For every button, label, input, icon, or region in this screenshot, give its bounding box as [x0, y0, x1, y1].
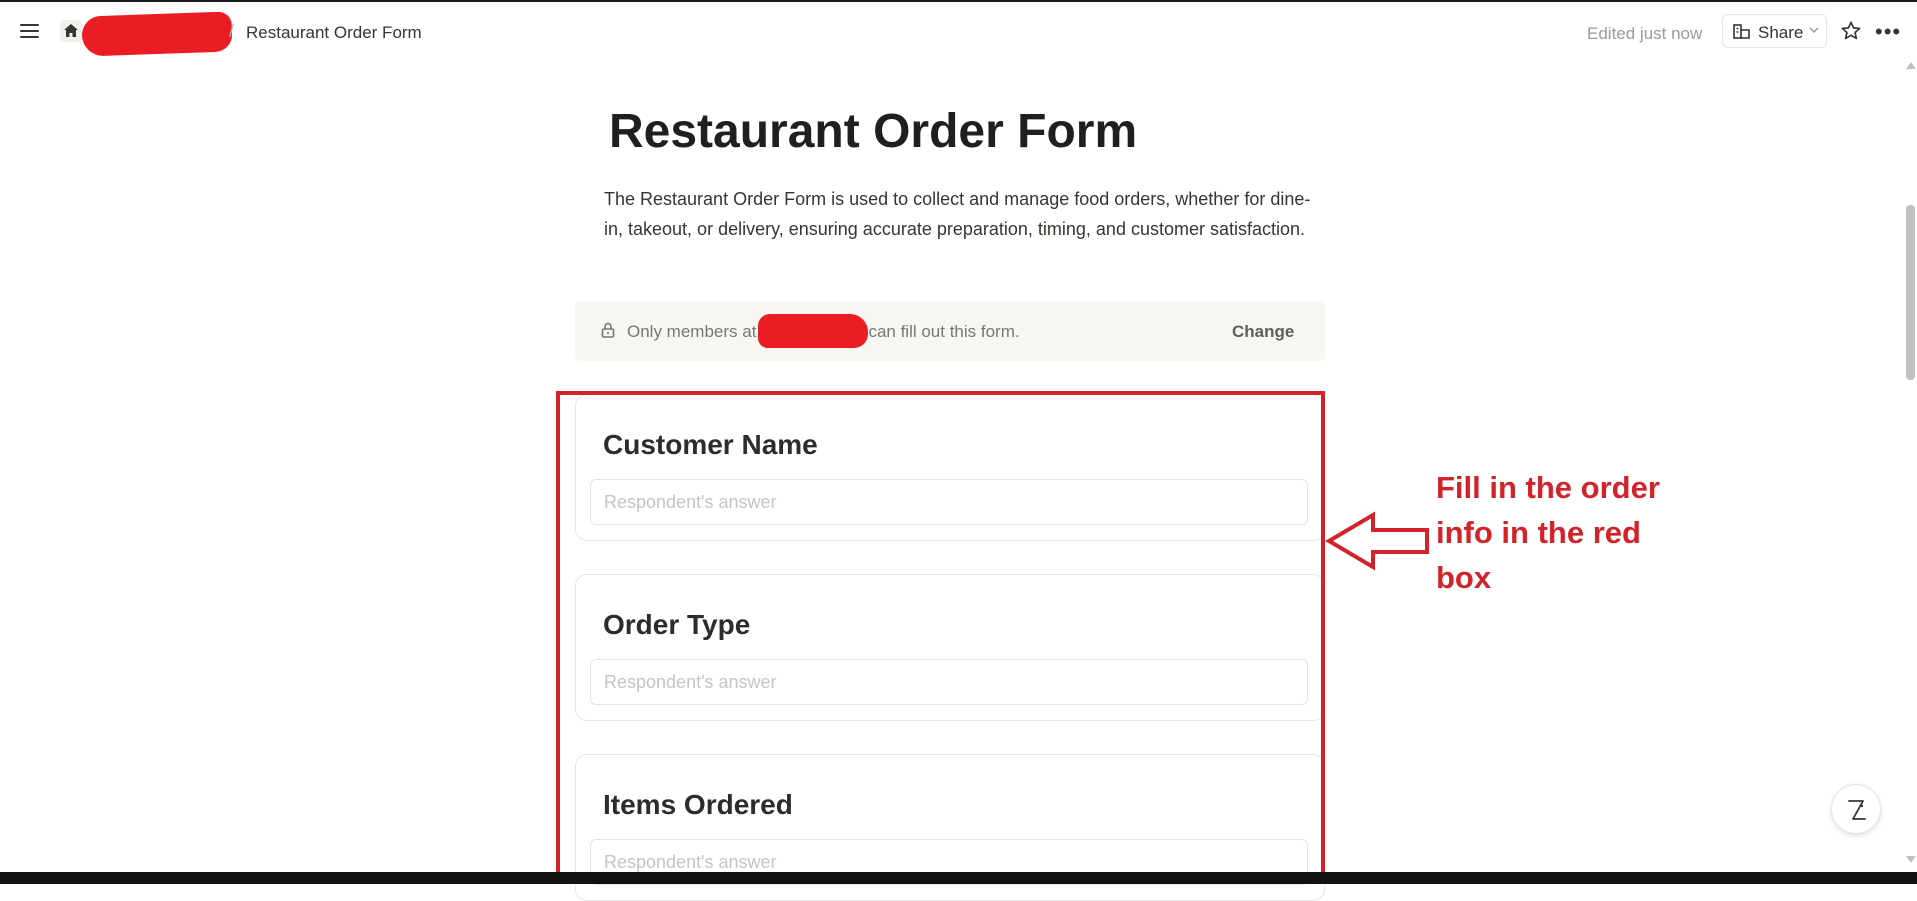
help-button[interactable]: [1831, 784, 1881, 834]
lock-icon: [601, 322, 615, 338]
star-icon[interactable]: [1840, 20, 1864, 44]
share-label: Share: [1758, 23, 1804, 42]
scroll-up-arrow[interactable]: [1906, 62, 1916, 69]
help-icon: [1848, 800, 1866, 820]
customer-name-input[interactable]: [590, 479, 1308, 525]
home-icon[interactable]: [60, 20, 82, 42]
question-label: Items Ordered: [603, 789, 793, 820]
more-options-icon[interactable]: •••: [1875, 19, 1905, 44]
share-button[interactable]: Share: [1722, 14, 1827, 48]
hamburger-icon[interactable]: [18, 19, 42, 43]
question-card-customer-name: Customer Name: [575, 394, 1325, 541]
access-notice: Only members at can fill out this form. C…: [575, 301, 1325, 361]
scroll-down-arrow[interactable]: [1906, 856, 1916, 863]
page-title: Restaurant Order Form: [609, 105, 1138, 158]
order-type-input[interactable]: [590, 659, 1308, 705]
share-page-icon: [1733, 24, 1750, 39]
question-label: Customer Name: [603, 429, 818, 460]
change-access-button[interactable]: Change: [1232, 322, 1294, 342]
breadcrumb-separator: /: [229, 21, 235, 41]
page-description: The Restaurant Order Form is used to col…: [604, 189, 1311, 239]
edited-status: Edited just now: [1587, 24, 1703, 43]
annotation-text: Fill in the order info in the red box: [1436, 470, 1660, 595]
redaction-mark: [81, 11, 233, 57]
question-card-order-type: Order Type: [575, 574, 1325, 721]
scrollbar-thumb[interactable]: [1906, 205, 1915, 380]
breadcrumb-page-title[interactable]: Restaurant Order Form: [246, 23, 422, 43]
chevron-down-icon: [1809, 27, 1819, 34]
question-label: Order Type: [603, 609, 751, 640]
window-bottom-edge: [0, 872, 1917, 884]
redaction-mark: [758, 314, 868, 348]
top-bar: / Restaurant Order Form Edited just now …: [0, 0, 1917, 60]
annotation-arrow-icon: [1325, 511, 1429, 571]
